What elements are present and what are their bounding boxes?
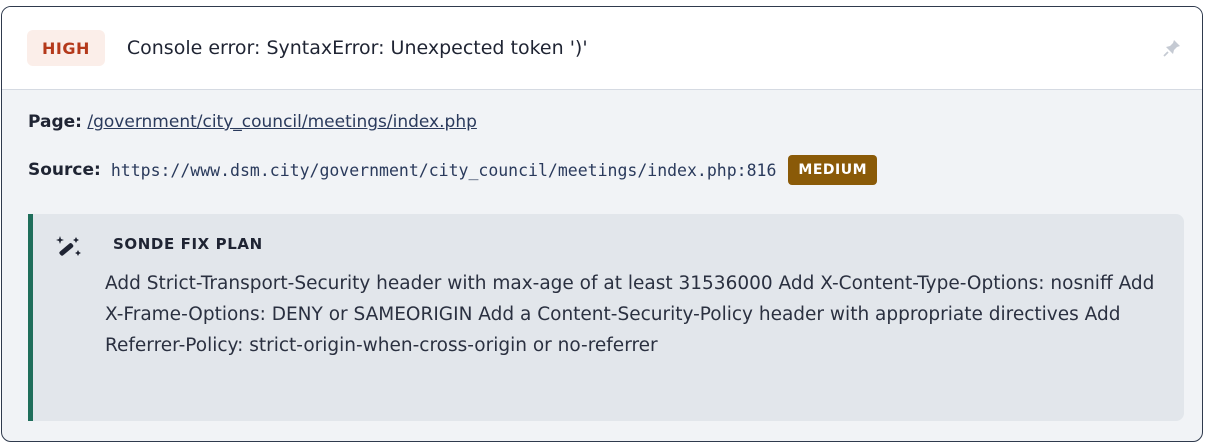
source-url: https://www.dsm.city/government/city_cou…	[110, 160, 777, 180]
finding-title: Console error: SyntaxError: Unexpected t…	[126, 37, 588, 59]
finding-header[interactable]: HIGH Console error: SyntaxError: Unexpec…	[2, 7, 1202, 90]
source-severity-badge: MEDIUM	[788, 155, 878, 185]
source-row: Source: https://www.dsm.city/government/…	[28, 155, 878, 185]
finding-card: HIGH Console error: SyntaxError: Unexpec…	[1, 6, 1203, 442]
severity-badge: HIGH	[27, 30, 105, 66]
fix-plan-text: Add Strict-Transport-Security header wit…	[105, 273, 1155, 356]
pin-icon[interactable]	[1162, 38, 1182, 58]
page-row: Page: /government/city_council/meetings/…	[28, 112, 477, 132]
page-label: Page:	[28, 112, 82, 132]
magic-wand-icon	[56, 236, 81, 256]
fix-plan-panel: SONDE FIX PLAN Add Strict-Transport-Secu…	[28, 214, 1184, 421]
source-label: Source:	[28, 160, 101, 180]
page-link[interactable]: /government/city_council/meetings/index.…	[87, 112, 477, 132]
fix-plan-title: SONDE FIX PLAN	[113, 235, 263, 253]
